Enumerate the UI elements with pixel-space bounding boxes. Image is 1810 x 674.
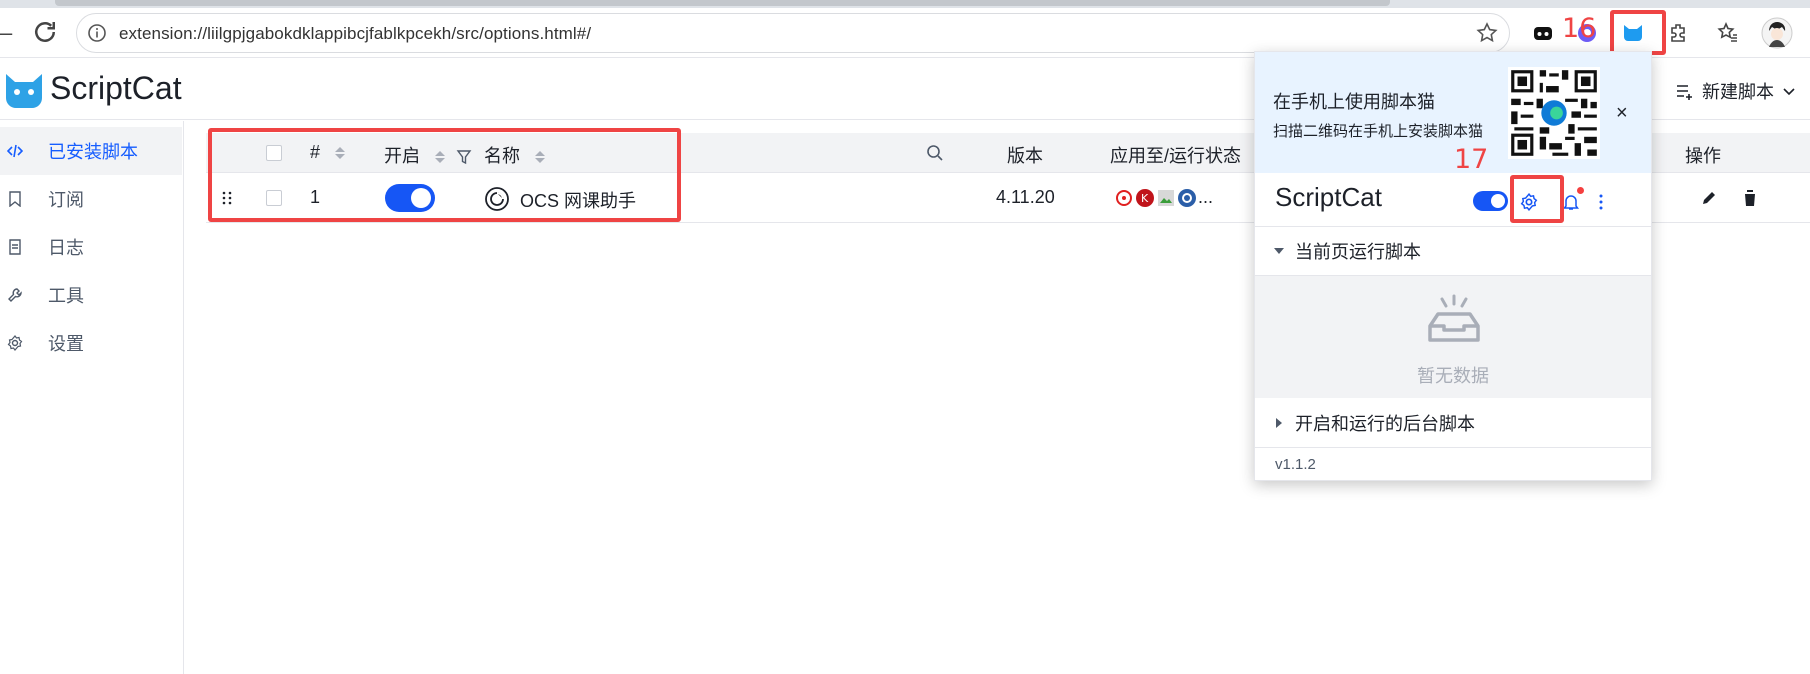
version-label: v1.1.2	[1275, 456, 1316, 473]
site-favicon-icon	[1178, 188, 1196, 207]
site-favicon-icon	[1158, 189, 1174, 206]
sidebar-item-settings[interactable]: 设置	[0, 319, 182, 367]
sidebar-item-label: 订阅	[48, 190, 84, 210]
app-brand: ScriptCat	[50, 70, 182, 106]
favorites-icon[interactable]	[1715, 20, 1741, 46]
site-favicon-icon	[1116, 189, 1132, 206]
more-vertical-icon[interactable]	[1598, 193, 1604, 211]
bookmark-star-icon[interactable]	[1475, 21, 1499, 45]
column-actions-header: 操作	[1685, 146, 1721, 166]
section-current-page-scripts[interactable]: 当前页运行脚本	[1255, 226, 1651, 276]
section-label: 开启和运行的后台脚本	[1295, 413, 1475, 434]
more-sites-ellipsis[interactable]: ...	[1198, 187, 1213, 208]
step-annotation-16: 16	[1562, 13, 1597, 44]
new-script-button[interactable]: 新建脚本	[1674, 78, 1796, 104]
site-favicon-icon: K	[1136, 188, 1154, 207]
caret-down-icon	[1274, 248, 1284, 254]
site-info-icon[interactable]	[87, 23, 107, 43]
search-icon[interactable]	[926, 144, 944, 162]
sidebar: 已安装脚本 订阅 日志 工具 设置	[0, 121, 184, 674]
notification-dot	[1577, 187, 1584, 194]
sidebar-item-tools[interactable]: 工具	[0, 271, 182, 319]
highlight-scriptcat-extension	[1610, 10, 1666, 55]
url-text: extension://liilgpjgabokdklappibcjfablkp…	[119, 24, 592, 43]
edit-icon[interactable]	[1700, 189, 1718, 207]
notification-bell-icon[interactable]	[1562, 193, 1580, 211]
sidebar-item-installed-scripts[interactable]: 已安装脚本	[0, 127, 182, 175]
extensions-puzzle-icon[interactable]	[1666, 20, 1692, 46]
new-script-label: 新建脚本	[1702, 82, 1774, 102]
banner-subtitle: 扫描二维码在手机上安装脚本猫	[1273, 123, 1484, 140]
bookmark-icon	[6, 191, 24, 207]
site-favicons: K ...	[1114, 187, 1213, 208]
sidebar-item-label: 工具	[48, 286, 84, 306]
extension-game-icon[interactable]	[1530, 20, 1556, 46]
chevron-down-icon	[1783, 88, 1795, 96]
empty-state: 暂无数据	[1255, 276, 1651, 398]
tab-strip-scrollbar[interactable]	[55, 0, 1390, 6]
reload-icon[interactable]	[30, 17, 60, 47]
delete-icon[interactable]	[1742, 189, 1758, 207]
column-apply-header: 应用至/运行状态	[1110, 146, 1242, 166]
gear-icon	[6, 335, 24, 351]
address-bar[interactable]: extension://liilgpjgabokdklappibcjfablkp…	[76, 13, 1510, 53]
qr-code-icon	[1508, 67, 1600, 159]
add-list-icon	[1677, 85, 1692, 100]
caret-right-icon	[1276, 417, 1282, 428]
highlight-script-row	[208, 128, 681, 222]
back-button[interactable]: –	[0, 20, 12, 46]
popup-title: ScriptCat	[1275, 182, 1382, 212]
profile-avatar[interactable]	[1760, 16, 1794, 50]
global-enable-toggle[interactable]	[1473, 191, 1508, 211]
banner-title: 在手机上使用脚本猫	[1273, 92, 1435, 112]
scriptcat-logo	[6, 74, 42, 108]
file-icon	[6, 239, 24, 255]
scriptcat-popup: 在手机上使用脚本猫 扫描二维码在手机上安装脚本猫 × ScriptCat 当前页…	[1254, 51, 1652, 481]
section-background-scripts[interactable]: 开启和运行的后台脚本	[1255, 398, 1651, 448]
sidebar-item-label: 已安装脚本	[48, 142, 138, 162]
step-annotation-17: 17	[1454, 144, 1489, 175]
tab-strip	[0, 0, 1810, 8]
sidebar-item-label: 日志	[48, 238, 84, 258]
highlight-settings-gear	[1510, 175, 1564, 223]
section-label: 当前页运行脚本	[1295, 242, 1421, 262]
sidebar-item-label: 设置	[48, 334, 84, 354]
wrench-icon	[6, 287, 24, 303]
sidebar-item-logs[interactable]: 日志	[0, 223, 182, 271]
close-banner-button[interactable]: ×	[1616, 102, 1628, 125]
sidebar-item-subscriptions[interactable]: 订阅	[0, 175, 182, 223]
mobile-banner: 在手机上使用脚本猫 扫描二维码在手机上安装脚本猫 ×	[1255, 52, 1651, 173]
svg-text:K: K	[1141, 192, 1149, 205]
empty-inbox-icon	[1428, 294, 1480, 342]
code-icon	[6, 144, 24, 158]
script-version: 4.11.20	[996, 187, 1055, 207]
empty-text: 暂无数据	[1417, 366, 1489, 386]
column-version-header: 版本	[1007, 146, 1043, 166]
